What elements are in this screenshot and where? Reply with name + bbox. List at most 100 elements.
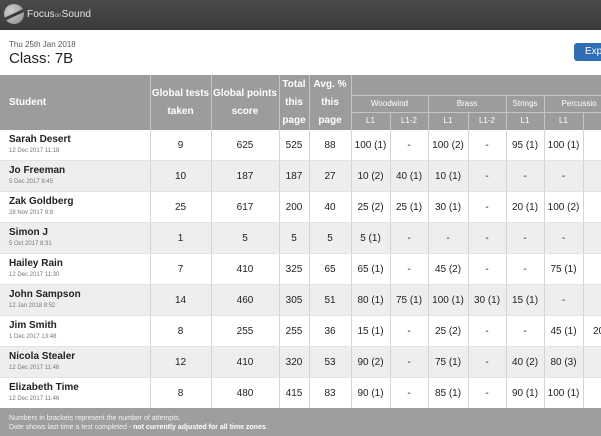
score-cell <box>583 377 601 409</box>
footer-note-date: Date shows last time a test completed - … <box>9 424 268 431</box>
score-cell: 100 (2) <box>544 191 584 223</box>
score-cell: - <box>506 160 545 192</box>
table-row[interactable]: Jo Freeman 5 Dec 2017 9:45 10 187 187 27 10 (2… <box>0 160 601 192</box>
last-test-date: 5 Oct 2017 8:31 <box>9 241 52 247</box>
table-row[interactable]: Sarah Desert 12 Dec 2017 11:18 9 625 525 88 10… <box>0 130 601 161</box>
last-test-date: 12 Dec 2017 11:18 <box>9 148 60 154</box>
score-cell <box>583 130 601 161</box>
student-cell[interactable]: Nicola Stealer 12 Dec 2017 11:46 <box>0 346 151 378</box>
student-cell[interactable]: Elizabeth Time 12 Dec 2017 11:46 <box>0 377 151 409</box>
group-header-woodwind: Woodwind <box>351 95 429 113</box>
student-name[interactable]: Zak Goldberg <box>9 196 150 208</box>
score-cell: 80 (1) <box>351 284 391 316</box>
col-header-total[interactable]: Total this page <box>279 75 310 130</box>
student-name[interactable]: Sarah Desert <box>9 134 150 146</box>
score-cell: - <box>468 253 507 285</box>
footer-timezone-warning: not currently adjusted for all time zone… <box>133 424 266 431</box>
total-cell: 200 <box>279 191 310 223</box>
global-points-cell: 5 <box>211 222 280 254</box>
avg-cell: 53 <box>309 346 352 378</box>
total-cell: 415 <box>279 377 310 409</box>
score-cell <box>583 284 601 316</box>
level-header: L1-2 <box>468 112 507 130</box>
score-cell: 20 (1) <box>506 191 545 223</box>
total-cell: 320 <box>279 346 310 378</box>
level-header: L1-2 <box>390 112 429 130</box>
global-tests-cell: 7 <box>150 253 212 285</box>
student-name[interactable]: Jim Smith <box>9 320 150 332</box>
score-cell: 40 (1) <box>390 160 429 192</box>
global-points-cell: 410 <box>211 253 280 285</box>
student-name[interactable]: Jo Freeman <box>9 165 150 177</box>
score-cell: 15 (1) <box>351 315 391 347</box>
table-row[interactable]: Zak Goldberg 28 Nov 2017 9:8 25 617 200 40 25 … <box>0 191 601 223</box>
global-tests-cell: 25 <box>150 191 212 223</box>
last-test-date: 5 Dec 2017 9:45 <box>9 179 54 185</box>
student-name[interactable]: Simon J <box>9 227 150 239</box>
score-cell: 85 (1) <box>428 377 469 409</box>
total-cell: 5 <box>279 222 310 254</box>
total-cell: 325 <box>279 253 310 285</box>
col-header-global-points[interactable]: Global points score <box>211 75 280 130</box>
app-brand: FocusonSound <box>27 8 92 20</box>
top-bar: FocusonSound <box>0 0 601 30</box>
student-cell[interactable]: John Sampson 12 Jan 2018 8:52 <box>0 284 151 316</box>
global-points-cell: 410 <box>211 346 280 378</box>
avg-cell: 27 <box>309 160 352 192</box>
score-cell: 100 (1) <box>428 284 469 316</box>
score-cell: - <box>468 346 507 378</box>
col-header-global-tests[interactable]: Global tests taken <box>150 75 212 130</box>
score-cell: 100 (1) <box>544 377 584 409</box>
report-date: Thu 25th Jan 2018 <box>9 40 76 49</box>
table-row[interactable]: Jim Smith 1 Dec 2017 13:48 8 255 255 36 15 (1)… <box>0 315 601 347</box>
student-cell[interactable]: Zak Goldberg 28 Nov 2017 9:8 <box>0 191 151 223</box>
score-cell: - <box>468 222 507 254</box>
student-cell[interactable]: Hailey Rain 12 Dec 2017 11:30 <box>0 253 151 285</box>
score-cell: - <box>390 222 429 254</box>
student-name[interactable]: Hailey Rain <box>9 258 150 270</box>
total-cell: 305 <box>279 284 310 316</box>
student-name[interactable]: Elizabeth Time <box>9 382 150 394</box>
score-cell: - <box>468 191 507 223</box>
avg-cell: 40 <box>309 191 352 223</box>
global-tests-cell: 10 <box>150 160 212 192</box>
score-cell: 40 (2) <box>506 346 545 378</box>
student-cell[interactable]: Simon J 5 Oct 2017 8:31 <box>0 222 151 254</box>
score-cell: - <box>468 160 507 192</box>
global-tests-cell: 1 <box>150 222 212 254</box>
table-row[interactable]: Nicola Stealer 12 Dec 2017 11:46 12 410 320 5… <box>0 346 601 378</box>
score-cell <box>583 222 601 254</box>
page-title: Class: 7B <box>9 50 74 67</box>
col-header-avg[interactable]: Avg. % this page <box>309 75 352 130</box>
table-row[interactable]: Hailey Rain 12 Dec 2017 11:30 7 410 325 65 65 … <box>0 253 601 285</box>
score-cell: 45 (1) <box>544 315 584 347</box>
student-cell[interactable]: Jim Smith 1 Dec 2017 13:48 <box>0 315 151 347</box>
score-cell: - <box>390 253 429 285</box>
score-cell: 65 (1) <box>351 253 391 285</box>
results-table: Student Global tests taken Global points… <box>0 75 601 409</box>
last-test-date: 12 Dec 2017 11:46 <box>9 365 60 371</box>
app-logo[interactable]: FocusonSound <box>4 4 91 24</box>
score-cell <box>583 191 601 223</box>
score-cell: - <box>544 222 584 254</box>
avg-cell: 51 <box>309 284 352 316</box>
score-cell: - <box>390 130 429 161</box>
student-name[interactable]: John Sampson <box>9 289 150 301</box>
table-row[interactable]: Elizabeth Time 12 Dec 2017 11:46 8 480 415 83… <box>0 377 601 409</box>
group-header-percussion: Percussio <box>544 95 601 113</box>
col-header-student[interactable]: Student <box>0 75 151 130</box>
export-button[interactable]: Exp <box>574 43 601 61</box>
total-cell: 255 <box>279 315 310 347</box>
score-cell: 75 (1) <box>428 346 469 378</box>
level-header: L1 <box>506 112 545 130</box>
score-cell <box>583 253 601 285</box>
global-points-cell: 255 <box>211 315 280 347</box>
level-header: L1 <box>544 112 584 130</box>
table-row[interactable]: John Sampson 12 Jan 2018 8:52 14 460 305 51 80… <box>0 284 601 316</box>
student-name[interactable]: Nicola Stealer <box>9 351 150 363</box>
table-row[interactable]: Simon J5 Oct 2017 8:31 1 5 5 5 5 (1) - - - - - <box>0 222 601 254</box>
score-cell: - <box>544 284 584 316</box>
student-cell[interactable]: Jo Freeman 5 Dec 2017 9:45 <box>0 160 151 192</box>
score-cell: - <box>506 315 545 347</box>
student-cell[interactable]: Sarah Desert 12 Dec 2017 11:18 <box>0 130 151 161</box>
